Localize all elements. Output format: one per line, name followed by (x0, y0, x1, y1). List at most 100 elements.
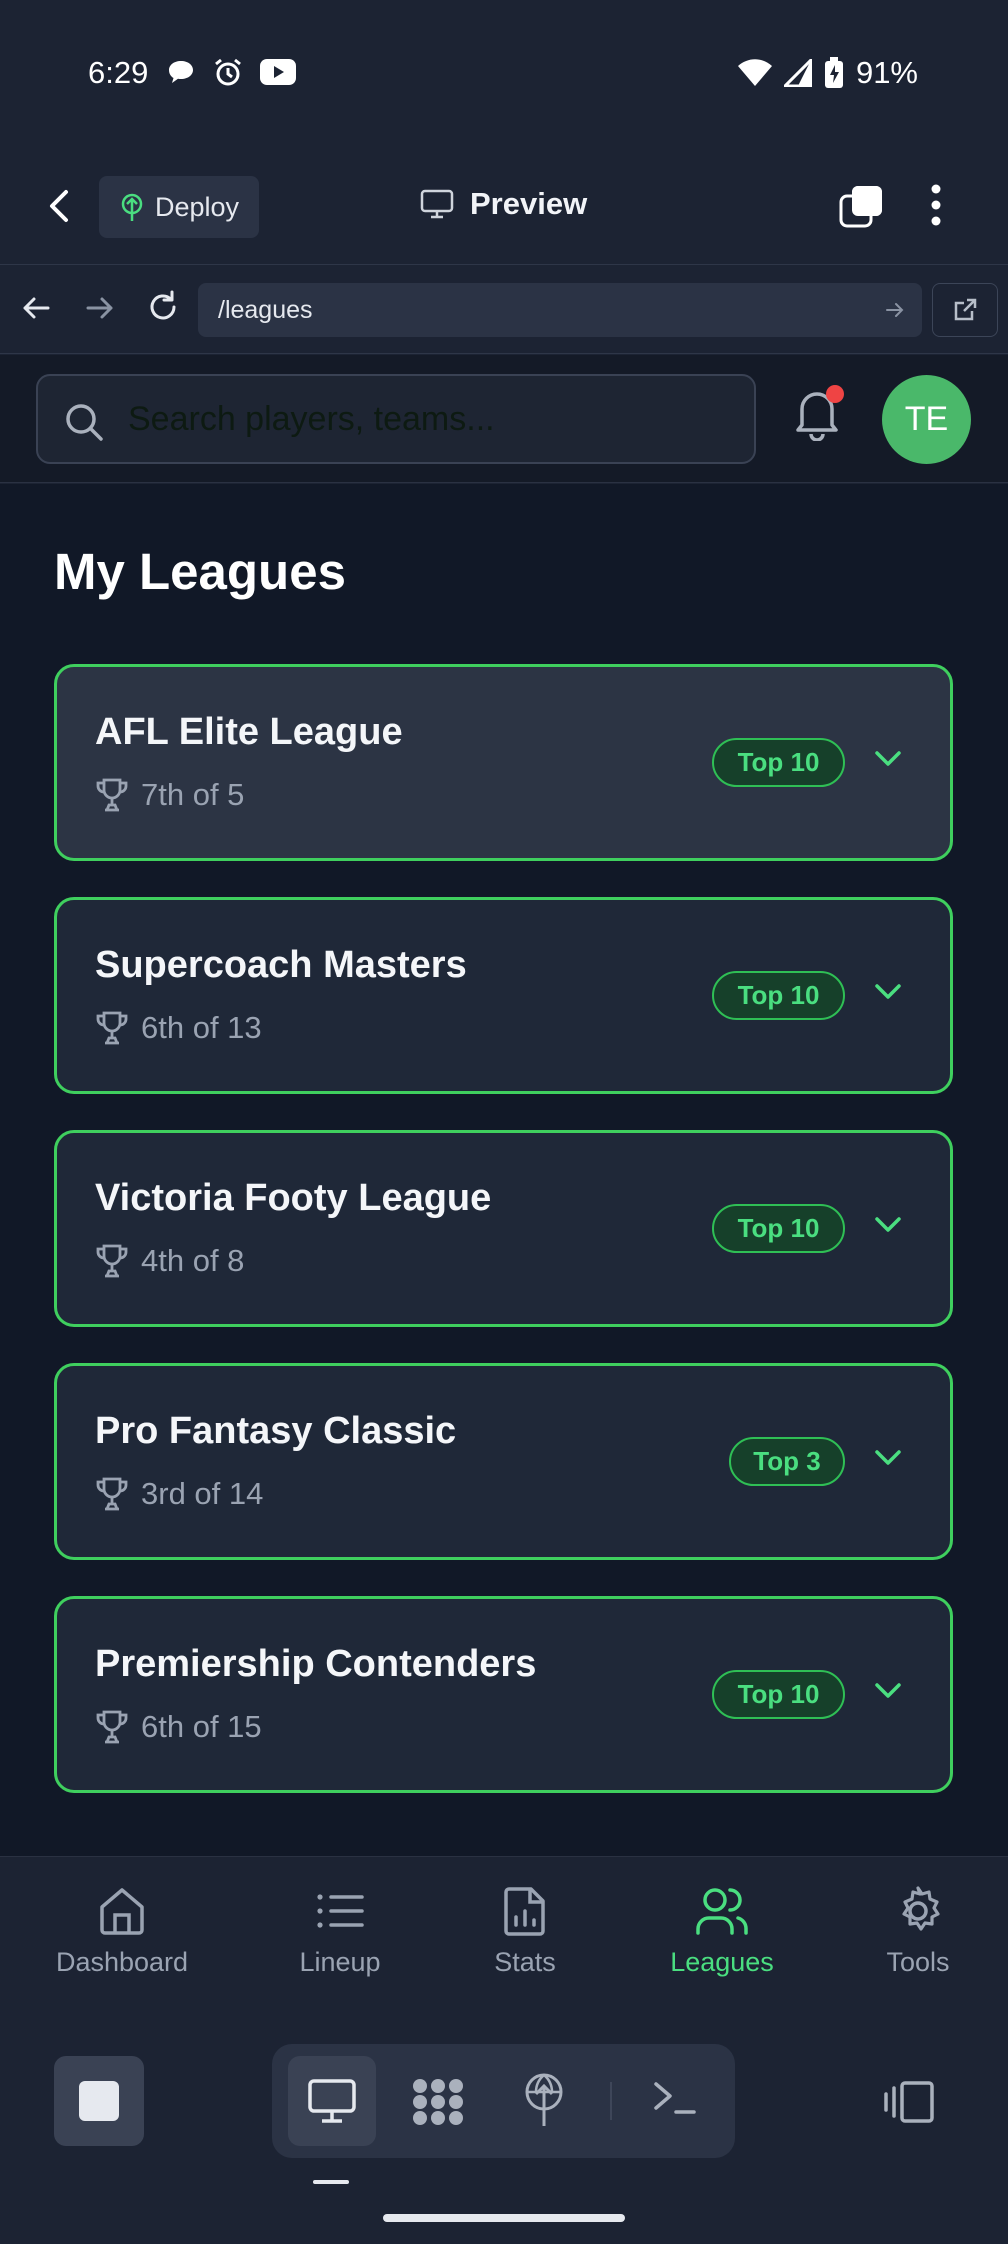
arrow-right-icon (886, 303, 904, 317)
chevron-down-icon[interactable] (873, 749, 903, 769)
trophy-icon (96, 1244, 128, 1278)
wifi-icon (737, 59, 772, 86)
nav-label: Lineup (299, 1947, 381, 1977)
trophy-icon (96, 1011, 128, 1045)
league-name: AFL Elite League (95, 711, 403, 753)
status-badge: Top 10 (712, 1670, 845, 1719)
search-icon (66, 404, 103, 441)
users-icon (696, 1888, 748, 1935)
deploy-label: Deploy (155, 191, 240, 222)
nav-item-dashboard[interactable]: Dashboard (54, 1885, 190, 1978)
league-rank: 7th of 5 (141, 777, 245, 812)
toggle-panel-button[interactable] (882, 2080, 936, 2124)
deploy-button[interactable]: Deploy (99, 176, 259, 238)
cluster-icon (413, 2079, 463, 2125)
status-badge: Top 10 (712, 738, 845, 787)
browser-forward-button[interactable] (84, 292, 116, 324)
gear-icon (902, 1886, 940, 1931)
deploy-icon (121, 193, 143, 221)
stop-icon (79, 2081, 119, 2121)
shell-tool-button[interactable] (652, 2078, 698, 2118)
trophy-icon (96, 1477, 128, 1511)
deploy-tool-button[interactable] (522, 2072, 566, 2128)
ide-bottom-bar (0, 2008, 1008, 2244)
external-link-icon (954, 298, 977, 321)
trophy-icon (96, 1710, 128, 1744)
avatar[interactable]: TE (882, 375, 971, 464)
report-icon (504, 1887, 545, 1936)
status-bar: 6:29 91% (0, 0, 1008, 150)
tool-switcher (272, 2044, 735, 2158)
terminal-icon (654, 2082, 696, 2114)
league-name: Supercoach Masters (95, 944, 467, 986)
nav-label: Leagues (670, 1947, 774, 1977)
signal-icon (783, 59, 812, 87)
home-icon (100, 1888, 144, 1935)
browser-url-bar: /leagues (0, 266, 1008, 354)
clock: 6:29 (88, 55, 149, 90)
open-new-tab-button[interactable] (932, 283, 998, 337)
workspace-tool-button[interactable] (410, 2076, 466, 2128)
nav-item-leagues[interactable]: Leagues (660, 1885, 784, 1978)
youtube-icon (260, 59, 296, 85)
deploy-icon (525, 2073, 563, 2126)
alarm-icon (215, 58, 241, 86)
preview-label: Preview (470, 186, 588, 221)
tabs-button[interactable] (838, 184, 884, 230)
league-rank: 6th of 15 (141, 1709, 262, 1744)
search-box (36, 374, 756, 464)
chat-bubble-icon (169, 61, 193, 83)
nav-item-tools[interactable]: Tools (870, 1885, 966, 1978)
panel-icon (884, 2081, 934, 2123)
browser-back-button[interactable] (20, 292, 52, 324)
reload-icon (150, 290, 176, 320)
url-text: /leagues (218, 296, 313, 324)
list-icon (317, 1894, 364, 1928)
nav-label: Dashboard (55, 1947, 189, 1977)
league-name: Premiership Contenders (95, 1643, 537, 1685)
home-indicator[interactable] (383, 2214, 625, 2222)
monitor-icon (420, 189, 454, 219)
back-button[interactable] (46, 186, 72, 226)
nav-item-stats[interactable]: Stats (475, 1885, 575, 1978)
battery-level: 91% (855, 55, 918, 90)
tabs-icon (839, 186, 882, 228)
nav-label: Stats (494, 1947, 556, 1977)
app-header: TE (0, 355, 1008, 483)
nav-label: Tools (886, 1947, 950, 1977)
league-rank: 4th of 8 (141, 1243, 245, 1278)
chevron-down-icon[interactable] (873, 1215, 903, 1235)
league-name: Victoria Footy League (95, 1177, 492, 1219)
preview-tab-title: Preview (420, 186, 587, 222)
url-go-button[interactable] (884, 299, 906, 321)
notification-dot (826, 385, 844, 403)
battery-charging-icon (824, 57, 843, 88)
nav-item-lineup[interactable]: Lineup (280, 1885, 400, 1978)
preview-tool-button[interactable] (288, 2056, 376, 2146)
league-card[interactable]: Victoria Footy League 4th of 8 Top 10 (54, 1130, 953, 1327)
chevron-down-icon[interactable] (873, 1681, 903, 1701)
status-badge: Top 10 (712, 1204, 845, 1253)
stop-button[interactable] (54, 2056, 144, 2146)
page-title: My Leagues (54, 543, 346, 600)
league-card[interactable]: Pro Fantasy Classic 3rd of 14 Top 3 (54, 1363, 953, 1560)
url-field[interactable]: /leagues (198, 283, 922, 337)
search-input[interactable] (128, 376, 728, 462)
main-content: My Leagues AFL Elite League 7th of 5 Top… (0, 484, 1008, 1856)
chevron-down-icon[interactable] (873, 1448, 903, 1468)
trophy-icon (96, 778, 128, 812)
league-card[interactable]: Supercoach Masters 6th of 13 Top 10 (54, 897, 953, 1094)
more-menu-button[interactable] (928, 182, 944, 228)
arrow-right-icon (86, 297, 113, 319)
bottom-nav: Dashboard Lineup Stats Leagues Tools (0, 1856, 1008, 2008)
league-rank: 6th of 13 (141, 1010, 262, 1045)
status-badge: Top 10 (712, 971, 845, 1020)
chevron-down-icon[interactable] (873, 982, 903, 1002)
arrow-left-icon (23, 297, 50, 319)
league-card[interactable]: AFL Elite League 7th of 5 Top 10 (54, 664, 953, 861)
league-card[interactable]: Premiership Contenders 6th of 15 Top 10 (54, 1596, 953, 1793)
avatar-initials: TE (904, 400, 949, 438)
league-name: Pro Fantasy Classic (95, 1410, 457, 1452)
reload-button[interactable] (146, 290, 180, 324)
monitor-icon (308, 2079, 356, 2123)
